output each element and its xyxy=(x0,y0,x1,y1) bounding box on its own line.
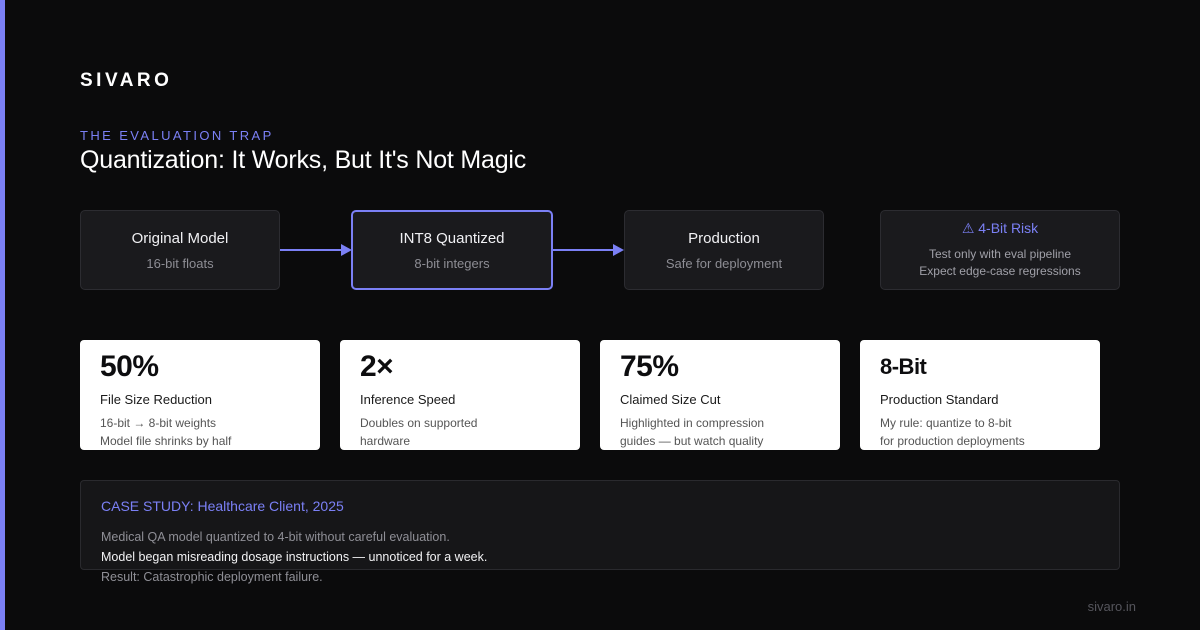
flow-step-production: Production Safe for deployment xyxy=(624,210,824,290)
stat-label: Inference Speed xyxy=(360,392,456,407)
stat-card-claimed-size-cut: 75% Claimed Size Cut Highlighted in comp… xyxy=(600,340,840,450)
flow-arrow xyxy=(280,249,342,251)
section-eyebrow: THE EVALUATION TRAP xyxy=(80,128,274,143)
stat-value: 2× xyxy=(360,350,394,383)
case-study-line: Result: Catastrophic deployment failure. xyxy=(101,570,323,584)
risk-line: Test only with eval pipeline xyxy=(928,247,1072,261)
flow-step-name: INT8 Quantized xyxy=(399,229,505,247)
stat-card-file-size: 50% File Size Reduction 16-bit → 8-bit w… xyxy=(80,340,320,450)
stat-label: Claimed Size Cut xyxy=(620,392,721,407)
case-study-line: Medical QA model quantized to 4-bit with… xyxy=(101,530,450,544)
page-title: Quantization: It Works, But It's Not Mag… xyxy=(80,146,527,174)
case-study-line-emphasis: Model began misreading dosage instructio… xyxy=(101,550,488,564)
stat-note: Doubles on supported hardware xyxy=(360,414,560,450)
stat-note-line: Doubles on supported xyxy=(360,416,478,430)
risk-line: Expect edge-case regressions xyxy=(919,264,1081,278)
footer-url: sivaro.in xyxy=(1087,599,1136,614)
flow-step-desc: 8-bit integers xyxy=(414,255,490,271)
brand-logo: SIVARO xyxy=(80,70,173,91)
flow-arrow xyxy=(553,249,614,251)
stat-note: My rule: quantize to 8-bit for productio… xyxy=(880,414,1080,450)
risk-box-4bit: ⚠ 4-Bit Risk Test only with eval pipelin… xyxy=(880,210,1120,290)
flow-step-original-model: Original Model 16-bit floats xyxy=(80,210,280,290)
flow-step-int8-quantized: INT8 Quantized 8-bit integers xyxy=(351,210,553,290)
flow-step-name: Original Model xyxy=(131,229,229,247)
accent-bar xyxy=(0,0,5,630)
case-study-heading: CASE STUDY: Healthcare Client, 2025 xyxy=(101,498,344,514)
stat-label: File Size Reduction xyxy=(100,392,212,407)
stat-card-production-standard: 8-Bit Production Standard My rule: quant… xyxy=(860,340,1100,450)
risk-title: ⚠ 4-Bit Risk xyxy=(961,220,1039,236)
risk-desc: Test only with eval pipeline Expect edge… xyxy=(919,246,1080,280)
stat-note-line: guides — but watch quality xyxy=(620,434,764,448)
stat-value: 50% xyxy=(100,350,159,383)
flow-arrow-head xyxy=(613,244,624,256)
case-study-panel: CASE STUDY: Healthcare Client, 2025 Medi… xyxy=(80,480,1120,584)
stat-note-line: hardware xyxy=(360,434,411,448)
stat-note-line: Highlighted in compression xyxy=(620,416,765,430)
stat-note-line: 16-bit → 8-bit weights xyxy=(100,416,217,430)
flow-step-desc: 16-bit floats xyxy=(146,255,214,271)
stat-value: 8-Bit xyxy=(880,354,927,379)
stat-note-line: Model file shrinks by half xyxy=(100,434,232,448)
stat-note-line: for production deployments xyxy=(880,434,1025,448)
flow-step-name: Production xyxy=(688,229,760,247)
flow-step-desc: Safe for deployment xyxy=(665,255,783,271)
stat-note-line: My rule: quantize to 8-bit xyxy=(880,416,1012,430)
stat-value: 75% xyxy=(620,350,679,383)
stat-label: Production Standard xyxy=(880,392,999,407)
stat-note: 16-bit → 8-bit weights Model file shrink… xyxy=(100,414,300,450)
stat-note: Highlighted in compression guides — but … xyxy=(620,414,820,450)
stat-card-inference-speed: 2× Inference Speed Doubles on supported … xyxy=(340,340,580,450)
